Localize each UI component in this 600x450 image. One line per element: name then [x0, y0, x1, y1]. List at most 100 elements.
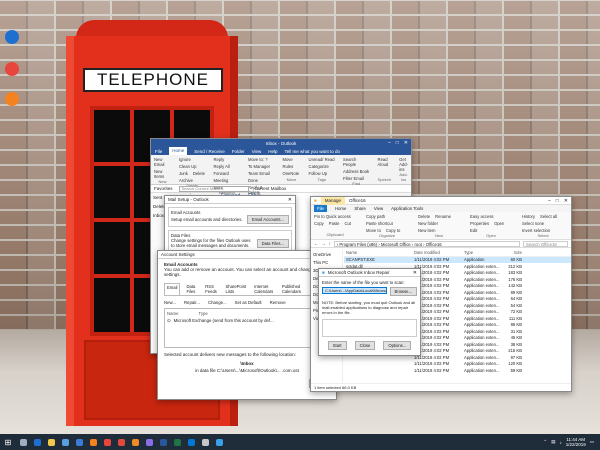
explorer-ribbon-button[interactable]: Open — [494, 221, 504, 226]
ribbon-button[interactable]: Done — [248, 178, 258, 183]
network-icon[interactable]: ▤ — [551, 439, 555, 445]
minimize-icon[interactable]: – — [388, 140, 391, 146]
favorites-header[interactable]: Favorites — [154, 186, 173, 191]
email-accounts-button[interactable]: Email Accounts... — [246, 215, 289, 224]
file-row[interactable]: 1/11/2019 4:02 PM Application exten... 59 … — [344, 367, 571, 374]
ribbon-button[interactable]: Search People — [343, 157, 370, 167]
nav-item[interactable]: This PC — [313, 260, 340, 265]
volume-icon[interactable]: ♪ — [559, 440, 561, 445]
account-toolbar-button[interactable]: Change... — [208, 300, 227, 305]
tab-view[interactable]: View — [374, 206, 383, 211]
account-tab[interactable]: SharePoint Lists — [223, 283, 248, 295]
explorer-ribbon-button[interactable]: Copy path — [366, 214, 385, 219]
settings-taskbar-icon[interactable] — [198, 434, 212, 450]
up-icon[interactable]: ↑ — [329, 241, 331, 246]
account-tab[interactable]: Published Calendars — [280, 283, 306, 295]
app2-taskbar-icon[interactable] — [142, 434, 156, 450]
explorer-ribbon-button[interactable]: New folder — [418, 221, 438, 226]
excel-taskbar-icon[interactable] — [170, 434, 184, 450]
desktop-firefox-icon[interactable] — [2, 88, 22, 110]
explorer-titlebar[interactable]: ■ Manage Office16 – □ ✕ — [311, 197, 571, 205]
explorer-ribbon-button[interactable]: Select none — [522, 221, 544, 226]
close-icon[interactable]: ✕ — [564, 198, 568, 204]
ribbon-button[interactable]: New Items — [154, 169, 171, 179]
ribbon-button[interactable]: Junk — [179, 171, 188, 176]
explorer-ribbon-button[interactable]: History — [522, 214, 535, 219]
data-files-button[interactable]: Data Files... — [256, 238, 289, 248]
ribbon-button[interactable]: Follow Up — [309, 171, 328, 176]
ribbon-button[interactable]: Address Book — [343, 169, 369, 174]
account-toolbar-button[interactable]: Set as Default — [235, 300, 262, 305]
ribbon-button[interactable]: Meeting — [213, 178, 228, 183]
explorer-ribbon-button[interactable]: Easy access — [470, 214, 494, 219]
repair-taskbar-icon[interactable] — [212, 434, 226, 450]
account-tab[interactable]: RSS Feeds — [203, 283, 219, 295]
column-header[interactable]: Type — [198, 311, 207, 316]
edge-taskbar-icon[interactable] — [30, 434, 44, 450]
minimize-icon[interactable]: – — [548, 198, 551, 204]
close-button[interactable]: Close — [354, 341, 376, 350]
explorer-ribbon-button[interactable]: Copy — [314, 221, 324, 226]
column-header[interactable]: Name — [167, 311, 178, 316]
tab-view[interactable]: View — [252, 149, 262, 154]
app-taskbar-icon[interactable] — [114, 434, 128, 450]
tab-home[interactable]: Home — [335, 206, 346, 211]
ribbon-button[interactable]: Reply — [213, 157, 224, 162]
explorer-ribbon-button[interactable]: Select all — [540, 214, 557, 219]
tab-folder[interactable]: Folder — [232, 149, 245, 154]
explorer-ribbon-button[interactable]: Pin to Quick access — [314, 214, 351, 219]
column-type[interactable]: Type — [464, 250, 504, 255]
ribbon-button[interactable]: Clean Up — [179, 164, 196, 169]
maximize-icon[interactable]: □ — [396, 140, 399, 146]
account-toolbar-button[interactable]: Repair... — [184, 300, 200, 305]
options-button[interactable]: Options... — [383, 341, 412, 350]
search-input[interactable]: Search Current Mailbox — [178, 185, 249, 192]
browse-button[interactable]: Browse... — [389, 287, 417, 296]
explorer-search-input[interactable]: Search Office16 — [523, 240, 568, 247]
ribbon-button[interactable]: Reply All — [213, 164, 229, 169]
account-toolbar-button[interactable]: Remove — [270, 300, 286, 305]
ribbon-button[interactable]: Delete — [193, 171, 205, 176]
inbox-repair-titlebar[interactable]: ■ Microsoft Outlook Inbox Repair ✕ — [319, 269, 420, 277]
ribbon-button[interactable]: Team Email — [248, 171, 270, 176]
action-center-icon[interactable]: ▭ — [590, 439, 594, 445]
ribbon-button[interactable]: Forward — [213, 171, 228, 176]
tab-home[interactable]: Home — [169, 147, 188, 155]
start-button[interactable]: Start — [327, 341, 347, 350]
outlook-titlebar[interactable]: Inbox - Outlook – □ ✕ — [151, 139, 411, 147]
ribbon-button[interactable]: New Email — [154, 157, 171, 167]
explorer-ribbon-button[interactable]: Properties — [470, 221, 489, 226]
ribbon-button[interactable]: Read Aloud — [378, 157, 392, 167]
account-tab[interactable]: Email — [164, 283, 181, 295]
ribbon-button[interactable]: Move to: ? — [248, 157, 268, 162]
manage-tab[interactable]: Manage — [320, 197, 345, 205]
desktop-chrome-icon[interactable] — [2, 58, 22, 80]
column-date[interactable]: Date modified — [414, 250, 464, 255]
tab-send-receive[interactable]: Send / Receive — [194, 149, 225, 154]
close-icon[interactable]: ✕ — [288, 197, 292, 203]
task-view-icon[interactable] — [16, 434, 30, 450]
close-icon[interactable]: ✕ — [404, 140, 408, 146]
word-taskbar-icon[interactable] — [156, 434, 170, 450]
explorer-ribbon-button[interactable]: Rename — [435, 214, 451, 219]
ribbon-button[interactable]: Categorize — [309, 164, 329, 169]
tab-file[interactable]: File — [314, 205, 327, 212]
close-icon[interactable]: ✕ — [413, 270, 417, 276]
account-tab[interactable]: Data Files — [184, 283, 199, 295]
account-tab[interactable]: Internet Calendars — [252, 283, 276, 295]
explorer-ribbon-button[interactable]: Paste shortcut — [366, 221, 393, 226]
ribbon-button[interactable]: To Manager — [248, 164, 270, 169]
chrome-taskbar-icon[interactable] — [100, 434, 114, 450]
mailbox-dropdown[interactable]: Current Mailbox — [255, 186, 287, 191]
tab-file[interactable]: File — [155, 149, 162, 154]
ribbon-button[interactable]: Ignore — [179, 157, 191, 162]
start-button[interactable]: ⊞ — [0, 434, 16, 450]
ribbon-button[interactable]: OneNote — [282, 171, 299, 176]
column-name[interactable]: Name — [344, 250, 414, 255]
forward-icon[interactable]: → — [321, 241, 325, 246]
ribbon-button[interactable]: Get Add-ins — [399, 157, 408, 172]
notification-icon[interactable]: ⌃ — [543, 439, 547, 445]
vlc-taskbar-icon[interactable] — [128, 434, 142, 450]
explorer-ribbon-button[interactable]: Delete — [418, 214, 430, 219]
column-size[interactable]: Size — [504, 250, 522, 255]
